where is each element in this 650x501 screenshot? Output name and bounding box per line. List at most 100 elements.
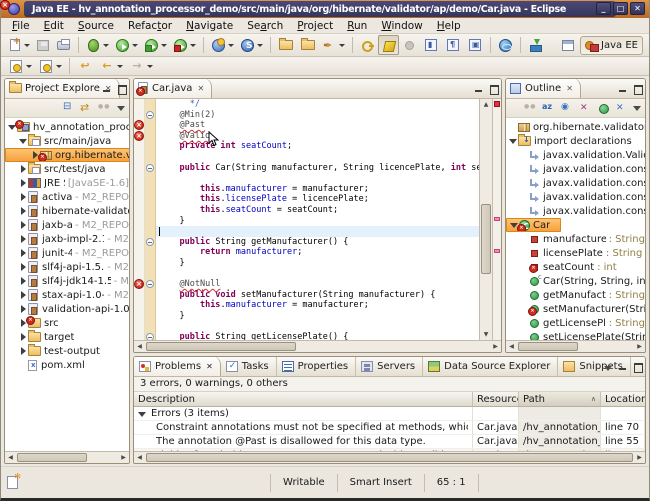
problems-hscrollbar[interactable]: ◀ ▶	[134, 451, 645, 463]
project-item-hibernate-validator-4-0-2-ga-jar[interactable]: hibernate-validator-4.0.2.GA.jar	[5, 204, 129, 218]
occurrence-marker-icon[interactable]	[494, 249, 500, 253]
scrollbar-thumb[interactable]	[146, 453, 633, 462]
collapsed-twisty-icon[interactable]	[19, 232, 28, 246]
welcome-page-icon[interactable]	[7, 476, 18, 489]
minimize-button[interactable]: _	[596, 2, 611, 15]
scroll-left-icon[interactable]: ◀	[506, 341, 517, 352]
hide-non-public-button[interactable]	[596, 102, 610, 115]
forward-button[interactable]: →	[126, 56, 156, 76]
error-marker-icon[interactable]	[134, 279, 144, 289]
scrollbar-thumb[interactable]	[146, 342, 296, 351]
outline-item-setlicenseplate-string[interactable]: setLicensePlate(String)	[506, 330, 645, 340]
project-item-src[interactable]: src	[5, 316, 129, 330]
code-line[interactable]: return manufacturer;	[159, 247, 479, 258]
scroll-down-icon[interactable]: ▼	[480, 329, 492, 340]
collapse-fold-icon[interactable]	[146, 280, 154, 288]
collapse-fold-icon[interactable]	[146, 111, 154, 119]
outline-item-seatcount[interactable]: seatCount: int	[506, 260, 645, 274]
error-overview-icon[interactable]	[494, 101, 500, 107]
run-external-tools-button[interactable]	[141, 35, 170, 55]
project-item-test-output[interactable]: test-output	[5, 344, 129, 358]
scroll-right-icon[interactable]: ▶	[118, 452, 129, 463]
outline-item-car[interactable]: Car	[506, 218, 561, 232]
code-line[interactable]	[159, 152, 479, 163]
code-line[interactable]: public String getManufacturer() {	[159, 237, 479, 248]
code-line[interactable]: this.seatCount = seatCount;	[159, 205, 479, 216]
outline-item-javax-validation-constraints[interactable]: javax.validation.constraints	[506, 176, 645, 190]
code-line[interactable]: public String getLicensePlate() {	[159, 332, 479, 340]
scroll-right-icon[interactable]: ▶	[490, 341, 501, 352]
maximize-view-button[interactable]	[631, 82, 643, 93]
collapsed-twisty-icon[interactable]	[19, 176, 28, 190]
debug-button[interactable]	[83, 35, 112, 55]
minimize-view-button[interactable]	[616, 360, 628, 371]
maximize-view-button[interactable]	[115, 82, 127, 93]
error-marker-icon[interactable]	[134, 120, 144, 130]
hide-static-members-button[interactable]	[578, 102, 592, 115]
back-button[interactable]: ←	[96, 56, 126, 76]
menu-edit[interactable]: Edit	[37, 19, 71, 33]
save-button[interactable]	[33, 35, 53, 55]
scroll-right-icon[interactable]: ▶	[634, 341, 645, 352]
next-annotation-button[interactable]	[5, 56, 35, 76]
project-item-jre-system-library[interactable]: JRE System Library[JavaSE-1.6]	[5, 176, 129, 190]
outline-item-getlicenseplate[interactable]: getLicensePlate(): String	[506, 316, 645, 330]
collapsed-twisty-icon[interactable]	[19, 288, 28, 302]
open-folder-2-button[interactable]	[297, 35, 319, 55]
close-icon[interactable]: ✕	[196, 83, 205, 94]
code-line[interactable]: @Valid	[159, 131, 479, 142]
outline-item-setmanufacturer-string[interactable]: setManufacturer(String)	[506, 302, 645, 316]
menu-file[interactable]: File	[5, 19, 37, 33]
collapsed-twisty-icon[interactable]	[19, 302, 28, 316]
editor-hscrollbar[interactable]: ◀ ▶	[134, 340, 501, 352]
code-line[interactable]: */	[159, 99, 479, 110]
hide-local-types-button[interactable]	[614, 102, 628, 115]
tab-properties[interactable]: Properties	[277, 356, 357, 376]
scrollbar-thumb[interactable]	[17, 453, 87, 462]
mark-occurrences-button[interactable]	[378, 35, 399, 55]
maximize-view-button[interactable]	[631, 360, 643, 371]
disabled-annotation-button[interactable]	[399, 35, 420, 55]
project-item-slf4j-jdk14-1-5-6-jar[interactable]: slf4j-jdk14-1.5.6.jar- M	[5, 274, 129, 288]
collapsed-twisty-icon[interactable]	[19, 274, 28, 288]
code-line[interactable]	[159, 269, 479, 280]
minimize-view-button[interactable]	[100, 82, 112, 93]
outline-item-manufacturer[interactable]: manufacturer: String	[506, 232, 645, 246]
expanded-twisty-icon[interactable]	[509, 134, 518, 148]
block-selection-button[interactable]	[464, 35, 486, 55]
editor-vscrollbar[interactable]: ▲ ▼	[479, 99, 492, 340]
collapsed-twisty-icon[interactable]	[19, 162, 28, 176]
menu-refactor[interactable]: Refactor	[121, 19, 179, 33]
outline-item-car-string-string-int[interactable]: Car(String, String, int)	[506, 274, 645, 288]
project-item-activation-1-1-jar[interactable]: activation-1.1.jar- M2_REPO	[5, 190, 129, 204]
project-item-junit-4-7-jar[interactable]: junit-4.7.jar- M2_REPO	[5, 246, 129, 260]
scroll-left-icon[interactable]: ◀	[134, 341, 145, 352]
profile-button[interactable]	[170, 35, 199, 55]
outline-item-licenseplate[interactable]: licensePlate: String	[506, 246, 645, 260]
new-wizard-2-button[interactable]	[237, 35, 266, 55]
code-line[interactable]: @Past	[159, 120, 479, 131]
externalize-strings-button[interactable]	[357, 35, 378, 55]
scroll-left-icon[interactable]: ◀	[5, 452, 16, 463]
print-button[interactable]	[53, 35, 74, 55]
tab-servers[interactable]: Servers	[356, 356, 423, 376]
collapsed-twisty-icon[interactable]	[19, 204, 28, 218]
new-wizard-button[interactable]	[5, 35, 33, 55]
scrollbar-thumb[interactable]	[481, 204, 491, 274]
search-button[interactable]	[319, 35, 348, 55]
outline-item-getmanufacturer[interactable]: getManufacturer(): String	[506, 288, 645, 302]
project-item-pom-xml[interactable]: pom.xml	[5, 358, 129, 372]
java-ee-tools-button[interactable]	[525, 35, 546, 55]
menu-window[interactable]: Window	[374, 19, 429, 33]
code-line[interactable]: this.manufacturer = manufacturer;	[159, 184, 479, 195]
code-line[interactable]: @Min(2)	[159, 110, 479, 121]
scroll-left-icon[interactable]: ◀	[134, 452, 145, 463]
open-folder-1-button[interactable]	[275, 35, 297, 55]
code-line[interactable]: @NotNull	[159, 279, 479, 290]
java-ee-perspective-button[interactable]: Java EE	[580, 36, 643, 55]
code-line[interactable]: this.licensePlate = licencePlate;	[159, 194, 479, 205]
collapsed-twisty-icon[interactable]	[19, 218, 28, 232]
collapsed-twisty-icon[interactable]	[19, 190, 28, 204]
project-item-jaxb-api-2-1-jar[interactable]: jaxb-api-2.1.jar- M2_REPO	[5, 218, 129, 232]
close-button[interactable]: ✕	[630, 2, 645, 15]
